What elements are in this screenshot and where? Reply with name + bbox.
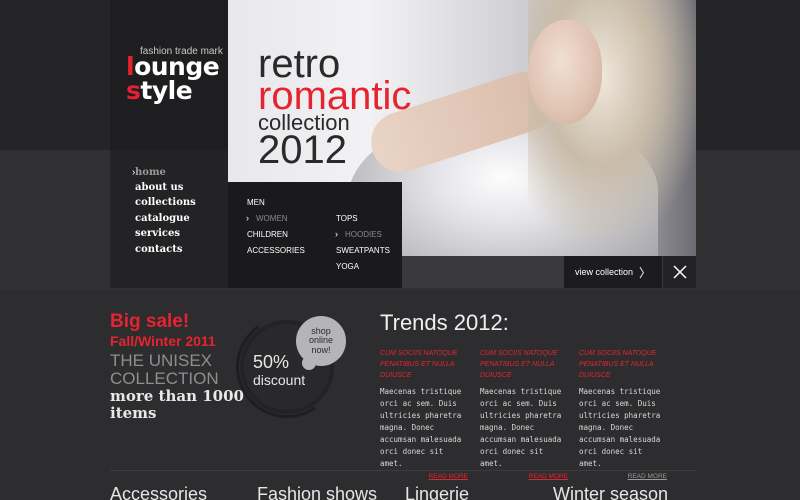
- submenu-item-sweatpants[interactable]: SWEATPANTS: [336, 246, 390, 255]
- trends-title: Trends 2012:: [380, 310, 509, 335]
- section-divider: [110, 470, 696, 471]
- sale-season: Fall/Winter 2011: [110, 333, 216, 349]
- hero-title-line4: 2012: [258, 128, 347, 172]
- hero-footer-strip: [402, 256, 564, 288]
- category-fashion-shows[interactable]: Fashion shows: [257, 484, 377, 500]
- submenu-item-women[interactable]: WOMEN: [256, 214, 288, 223]
- submenu-arrow-icon: ›: [246, 213, 249, 223]
- read-more-link[interactable]: READ MORE: [579, 473, 667, 480]
- sale-headline: Big sale!: [110, 311, 190, 332]
- close-button[interactable]: [662, 256, 696, 288]
- trend-item: CUM SOCIIS NATOQUE PENATIBUS ET NULLA DU…: [579, 348, 667, 480]
- read-more-link[interactable]: READ MORE: [380, 473, 468, 480]
- shop-line3: now!: [311, 344, 331, 355]
- trend-body: Maecenas tristique orci ac sem. Duis ult…: [579, 387, 661, 468]
- logo-letter-s: s: [126, 76, 141, 105]
- nav-item-about-us[interactable]: about us: [135, 182, 183, 193]
- category-accessories[interactable]: Accessories: [110, 484, 207, 500]
- discount-label: discount: [253, 372, 306, 388]
- trend-item: CUM SOCIIS NATOQUE PENATIBUS ET NULLA DU…: [380, 348, 468, 480]
- shop-online-button[interactable]: shop online now!: [296, 316, 346, 366]
- submenu-item-yoga[interactable]: YOGA: [336, 262, 359, 271]
- submenu-item-men[interactable]: MEN: [247, 198, 265, 207]
- sale-items-line1: more than 1000: [110, 387, 244, 405]
- submenu-item-hoodies[interactable]: HOODIES: [345, 230, 382, 239]
- nav-item-contacts[interactable]: contacts: [135, 244, 182, 255]
- trend-heading[interactable]: CUM SOCIIS NATOQUE PENATIBUS ET NULLA DU…: [579, 348, 667, 381]
- discount-percent: 50%: [253, 352, 290, 372]
- submenu-item-children[interactable]: CHILDREN: [247, 230, 288, 239]
- category-winter-season[interactable]: Winter season: [553, 484, 668, 500]
- close-icon: [672, 265, 687, 279]
- trend-heading[interactable]: CUM SOCIIS NATOQUE PENATIBUS ET NULLA DU…: [380, 348, 468, 381]
- trend-body: Maecenas tristique orci ac sem. Duis ult…: [480, 387, 562, 468]
- trend-heading[interactable]: CUM SOCIIS NATOQUE PENATIBUS ET NULLA DU…: [480, 348, 568, 381]
- sale-unisex-line2: COLLECTION: [110, 369, 219, 388]
- sale-unisex-line1: THE UNISEX: [110, 351, 213, 370]
- nav-item-collections[interactable]: collections: [135, 197, 196, 208]
- hero-model-face: [528, 20, 602, 124]
- category-lingerie[interactable]: Lingerie: [405, 484, 469, 500]
- submenu-item-tops[interactable]: TOPS: [336, 214, 358, 223]
- nav-item-services[interactable]: services: [135, 228, 180, 239]
- logo-word-style[interactable]: style: [126, 76, 193, 105]
- logo-text-tyle: tyle: [140, 76, 193, 105]
- read-more-link[interactable]: READ MORE: [480, 473, 568, 480]
- submenu-item-accessories[interactable]: ACCESSORIES: [247, 246, 305, 255]
- chevron-right-icon: 〉: [639, 265, 652, 280]
- view-collection-button[interactable]: view collection 〉: [564, 256, 662, 288]
- trend-body: Maecenas tristique orci ac sem. Duis ult…: [380, 387, 462, 468]
- nav-item-catalogue[interactable]: catalogue: [135, 213, 190, 224]
- submenu-arrow-icon: ›: [335, 229, 338, 239]
- trend-item: CUM SOCIIS NATOQUE PENATIBUS ET NULLA DU…: [480, 348, 568, 480]
- nav-item-home[interactable]: home: [135, 167, 166, 178]
- sale-items-line2: items: [110, 404, 157, 422]
- view-collection-label: view collection: [574, 267, 633, 277]
